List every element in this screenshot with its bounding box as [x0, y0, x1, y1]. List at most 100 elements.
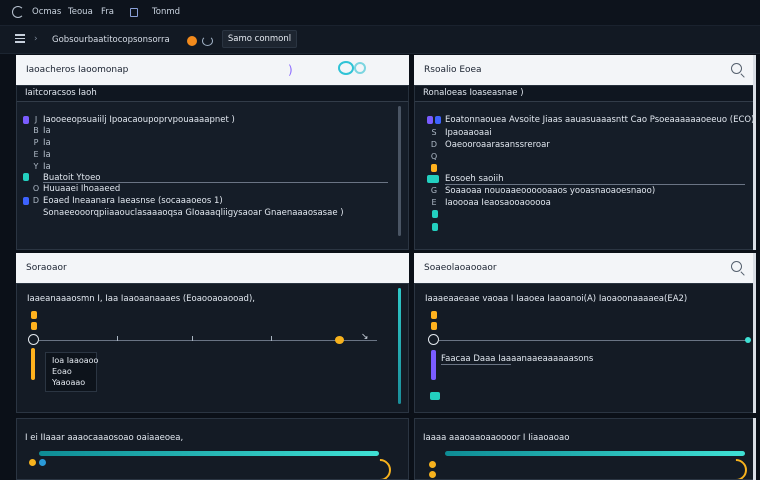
toolbar: › Gobsourbaatitocopsonsorra Samo conmonl: [0, 26, 760, 54]
code-line: Iaooeeopsuaiilj Ipoacaoupoprvpouaaaapnet…: [43, 115, 235, 125]
marker-icon: [432, 223, 438, 231]
square-icon[interactable]: [130, 8, 138, 17]
tooltip-line: Yaaoaao: [52, 378, 86, 387]
menu-item-3[interactable]: Fra: [101, 7, 114, 17]
edge-scrollbar[interactable]: [753, 418, 756, 480]
code-line: Ia: [43, 126, 51, 136]
tooltip-line: Eoao: [52, 367, 72, 376]
marker-icon: [431, 311, 437, 319]
dot-icon: [429, 471, 436, 478]
line-gutter: B: [33, 126, 39, 135]
marker-icon: [427, 116, 433, 124]
line-gutter: Q: [430, 152, 438, 161]
panel-header: Iaoacheros Iaoomonap ): [16, 55, 409, 85]
legend-text: Faacaa Daaa Iaaaanaaeaaaaaasons: [441, 354, 594, 364]
panel-title: Soaeolaoaooaor: [424, 263, 497, 273]
cursor-ring-icon[interactable]: [28, 334, 39, 345]
marker-icon: [23, 197, 29, 205]
line-gutter: D: [430, 140, 438, 149]
code-line: Eoatonnaouea Avsoite Jiaas aauasuaaasntt…: [445, 115, 755, 125]
divider: [43, 182, 388, 183]
marker-icon: [23, 173, 29, 181]
code-editor[interactable]: S D Q G E Eoatonnaouea Avsoite Jiaas aau…: [414, 102, 756, 250]
arc-icon: [364, 454, 396, 479]
panel-mid-left: Soraoaor Iaaeanaaaosmn I, Iaa Iaaoaanaaa…: [16, 253, 409, 413]
line-gutter: E: [33, 150, 39, 159]
code-line: Ipaoaaoaai: [445, 128, 492, 138]
marker-icon: [432, 210, 438, 218]
progress-bar: [445, 451, 745, 456]
vertical-scrollbar[interactable]: [398, 106, 401, 236]
vertical-scrollbar[interactable]: [398, 288, 401, 404]
title-bar: Ocmas Teoua Fra Tonmd: [0, 0, 760, 26]
panel-bottom-right: Iaaaa aaaoaaoaaoooor I Iiaaoaoao: [414, 418, 756, 480]
line-gutter: E: [431, 198, 437, 207]
menu-item-2[interactable]: Teoua: [68, 7, 93, 17]
tooltip: Ioa Iaaoaoo Eoao Yaaoaao: [45, 352, 99, 392]
loop-icon-2: [354, 62, 366, 74]
menu-item-1[interactable]: Ocmas: [32, 7, 61, 17]
status-dot-icon: [187, 36, 197, 46]
timeline-view[interactable]: Iaaaa aaaoaaoaaoooor I Iiaaoaoao: [414, 418, 756, 480]
dot-icon: [39, 459, 46, 466]
timeline-view[interactable]: Iaaaeaaeaae vaoaa I Iaaoea Iaaoanoi(A) I…: [414, 283, 756, 413]
code-line: Ia: [43, 150, 51, 160]
marker-icon: [31, 311, 37, 319]
line-gutter: Y: [33, 162, 39, 171]
marker-icon: [431, 322, 437, 330]
event-dot-icon[interactable]: [335, 336, 344, 344]
line-gutter: S: [431, 128, 437, 137]
panel-top-left: Iaoacheros Iaoomonap ) Iaitcoracsos Iaoh…: [16, 55, 409, 250]
arc-icon: [720, 454, 752, 479]
line-gutter: P: [33, 138, 39, 147]
search-icon[interactable]: [731, 63, 742, 74]
timeline-tick: [271, 336, 272, 341]
end-dot-icon[interactable]: [745, 337, 751, 343]
search-icon[interactable]: [731, 261, 742, 272]
code-editor[interactable]: J B P E Y O D Iaooeeopsuaiilj Ipoacaoupo…: [16, 102, 409, 250]
code-line: Oaeooroaarasanssreroar: [445, 140, 550, 150]
marker-icon: [31, 322, 37, 330]
breadcrumb-path[interactable]: Gobsourbaatitocopsonsorra: [52, 35, 170, 45]
panel-header: Soraoaor: [16, 253, 409, 283]
code-line: Eosoeh saoiih: [445, 174, 504, 184]
marker-icon: [430, 392, 440, 400]
panel-title: Soraoaor: [26, 263, 67, 273]
edge-scrollbar[interactable]: [753, 253, 756, 413]
code-line: Soaaoaa nouoaaeoooooaaos yooasnaoaoesnao…: [445, 186, 656, 196]
divider: [445, 184, 745, 185]
timeline-axis: [439, 340, 747, 341]
progress-rail: [431, 350, 436, 380]
dot-icon: [429, 461, 436, 468]
loop-icon[interactable]: [338, 61, 354, 75]
panel-title: Rsoalio Eoea: [424, 65, 482, 75]
timeline-tick: [117, 336, 118, 341]
panel-header: Rsoalio Eoea: [414, 55, 756, 85]
code-line: Iaoooaa Ieaosaooaooooa: [445, 198, 551, 208]
panel-subbar: Iaitcoracsos Iaoh: [16, 85, 409, 102]
toolbar-action-button[interactable]: Samo conmonl: [222, 30, 297, 48]
panel-top-right: Rsoalio Eoea Ronaloeas Ioaseasnae ) S D …: [414, 55, 756, 250]
marker-icon: [435, 116, 441, 124]
timeline-view[interactable]: Iaaeanaaaosmn I, Iaa Iaaoaanaaaes (Eoaoo…: [16, 283, 409, 413]
cursor-ring-icon[interactable]: [428, 334, 439, 345]
timeline-view[interactable]: I ei IIaaar aaaocaaaosoao oaiaaeoea,: [16, 418, 409, 480]
panel-mid-right: Soaeolaoaooaor Iaaaeaaeaae vaoaa I Iaaoe…: [414, 253, 756, 413]
panel-title: I ei IIaaar aaaocaaaosoao oaiaaeoea,: [25, 433, 184, 443]
code-line: Eoaed Ineaanara Iaeasnse (socaaaoeos 1): [43, 196, 223, 206]
progress-bar: [39, 451, 379, 456]
paren-glyph-icon: ): [288, 63, 293, 77]
timeline-title: Iaaeanaaaosmn I, Iaa Iaaoaanaaaes (Eoaoo…: [27, 294, 255, 304]
playhead-icon[interactable]: ↘: [361, 332, 369, 342]
hamburger-menu-icon[interactable]: [15, 34, 25, 43]
edge-scrollbar[interactable]: [753, 55, 756, 250]
panel-title: Iaaaa aaaoaaoaaoooor I Iiaaoaoao: [423, 433, 570, 443]
refresh-icon[interactable]: [202, 36, 213, 46]
line-gutter: J: [34, 115, 38, 124]
marker-icon: [431, 164, 437, 172]
code-line: Sonaeeooorqpiiaaouclasaaaoqsa GIoaaaqlii…: [43, 208, 344, 218]
tooltip-line: Ioa Iaaoaoo: [52, 356, 99, 365]
timeline-title: Iaaaeaaeaae vaoaa I Iaaoea Iaaoanoi(A) I…: [425, 294, 688, 304]
menu-item-4[interactable]: Tonmd: [152, 7, 180, 17]
code-line: Ia: [43, 138, 51, 148]
